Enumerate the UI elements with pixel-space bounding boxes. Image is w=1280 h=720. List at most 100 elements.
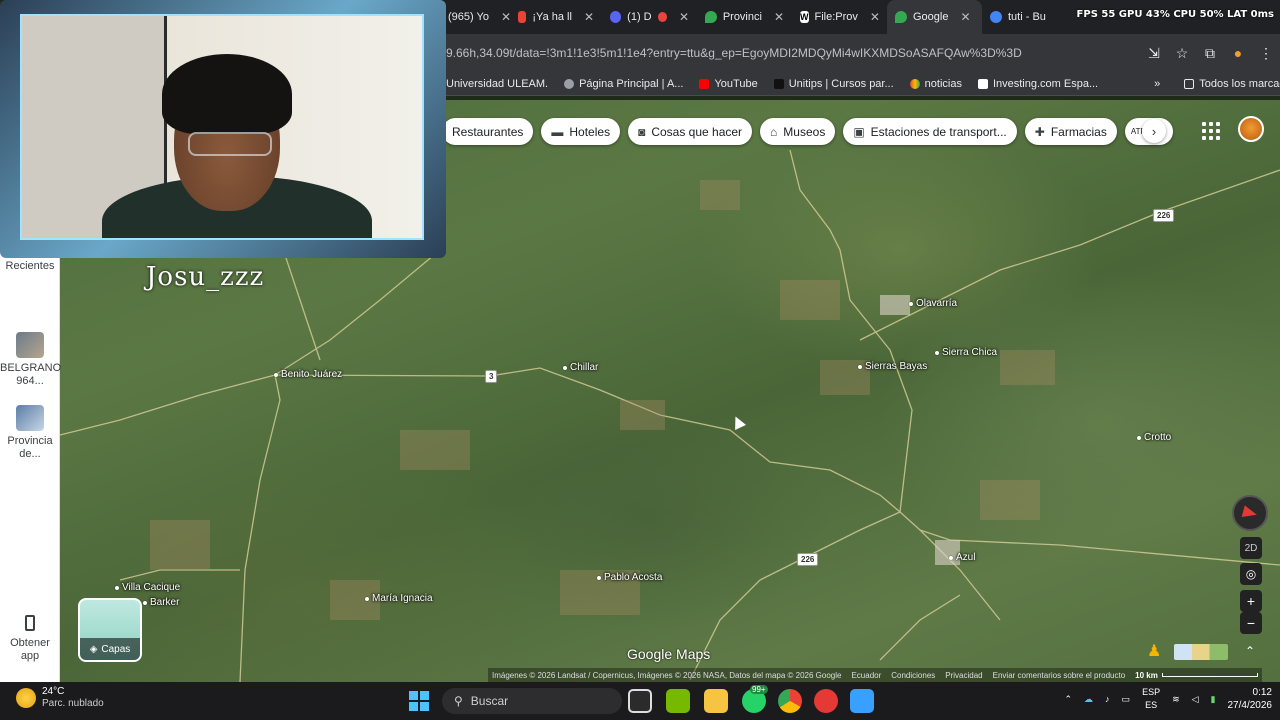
- map-type-thumbnails[interactable]: [1174, 644, 1228, 660]
- bookmark-label: YouTube: [714, 77, 758, 90]
- battery-icon[interactable]: ▮: [1211, 694, 1216, 705]
- recent-item-label: BELGRANO 964...: [0, 362, 62, 387]
- windows-start-icon[interactable]: [409, 691, 429, 711]
- expand-up-icon[interactable]: ⌃: [1240, 642, 1260, 660]
- tab-gmail[interactable]: ¡Ya ha ll ✕: [510, 0, 602, 34]
- account-avatar[interactable]: [1238, 116, 1264, 142]
- feedback-link[interactable]: Enviar comentarios sobre el producto: [993, 671, 1126, 680]
- bookmark-youtube[interactable]: YouTube: [699, 77, 758, 90]
- close-icon[interactable]: ✕: [584, 10, 594, 24]
- get-app-button[interactable]: Obtener app: [0, 615, 60, 663]
- onedrive-icon[interactable]: ☁: [1084, 694, 1093, 705]
- pegman-icon[interactable]: ♟: [1147, 641, 1165, 663]
- layers-button[interactable]: ◈ Capas: [78, 598, 142, 662]
- taskbar-search[interactable]: ⚲ Buscar: [442, 688, 622, 714]
- obs-recording-icon[interactable]: [814, 689, 838, 713]
- place-villa-cacique[interactable]: Villa Cacique: [115, 582, 180, 593]
- tab-provincia-maps[interactable]: Provinci ✕: [697, 0, 792, 34]
- folder-icon: [1184, 78, 1195, 89]
- tab-youtube[interactable]: (965) Yo ✕: [440, 0, 510, 34]
- microphone-icon[interactable]: ♪: [1105, 694, 1110, 704]
- chevron-up-icon[interactable]: ⌃: [1065, 694, 1073, 705]
- attribution-bar: Imágenes © 2026 Landsat / Copernicus, Im…: [488, 668, 1262, 682]
- display-icon[interactable]: ▭: [1122, 694, 1131, 705]
- close-icon[interactable]: ✕: [501, 10, 510, 24]
- chip-museos[interactable]: ⌂ Museos: [760, 118, 836, 145]
- whatsapp-icon[interactable]: 99+: [742, 685, 768, 713]
- chip-hoteles[interactable]: ▬ Hoteles: [541, 118, 621, 145]
- recent-item-provincia[interactable]: Provincia de...: [0, 405, 60, 461]
- close-icon[interactable]: ✕: [774, 10, 784, 24]
- close-icon[interactable]: ✕: [679, 10, 689, 24]
- bookmark-uleam[interactable]: Universidad ULEAM.: [446, 78, 548, 90]
- menu-icon[interactable]: ⋮: [1252, 45, 1280, 62]
- chrome-icon[interactable]: [778, 689, 802, 713]
- place-sierras-bayas[interactable]: Sierras Bayas: [858, 361, 927, 372]
- bookmark-noticias[interactable]: noticias: [909, 78, 962, 90]
- place-olavarria[interactable]: Olavarría: [909, 298, 957, 309]
- place-thumbnail: [16, 332, 44, 358]
- tab-wikipedia[interactable]: W File:Prov ✕: [792, 0, 887, 34]
- bookmark-star-icon[interactable]: ☆: [1168, 45, 1196, 62]
- zoom-in-button[interactable]: +: [1240, 590, 1262, 612]
- more-bookmarks-icon[interactable]: »: [1154, 78, 1160, 90]
- file-explorer-icon[interactable]: [704, 689, 728, 713]
- country-link[interactable]: Ecuador: [851, 671, 881, 680]
- news-icon: [909, 78, 920, 89]
- chip-label: Museos: [783, 124, 826, 139]
- recent-button[interactable]: Recientes: [0, 260, 60, 273]
- maps-pin-icon: [895, 11, 907, 23]
- place-barker[interactable]: Barker: [143, 597, 179, 608]
- task-view-icon[interactable]: [628, 689, 652, 713]
- url-field[interactable]: 9.66h,34.09t/data=!3m1!1e3!5m1!1e4?entry…: [446, 46, 1140, 60]
- place-sierra-chica[interactable]: Sierra Chica: [935, 347, 997, 358]
- close-icon[interactable]: ✕: [870, 10, 880, 24]
- place-maria-ignacia[interactable]: María Ignacia: [365, 593, 433, 604]
- tab-google-search[interactable]: tuti - Bu: [982, 0, 1062, 34]
- zoom-out-button[interactable]: −: [1240, 612, 1262, 634]
- nvidia-icon[interactable]: [666, 689, 690, 713]
- place-crotto[interactable]: Crotto: [1137, 432, 1171, 443]
- app-icon[interactable]: [850, 689, 874, 713]
- weather-widget[interactable]: 24°C Parc. nublado: [16, 686, 104, 710]
- tab-label: (1) D: [627, 11, 652, 23]
- terms-link[interactable]: Condiciones: [891, 671, 935, 680]
- volume-icon[interactable]: ◁: [1192, 694, 1199, 705]
- close-icon[interactable]: ✕: [960, 10, 970, 24]
- chip-farmacias[interactable]: ✚ Farmacias: [1024, 118, 1117, 145]
- imagery-credit: Imágenes © 2026 Landsat / Copernicus, Im…: [492, 670, 842, 680]
- all-bookmarks-button[interactable]: Todos los marcadores: [1184, 78, 1280, 90]
- clock[interactable]: 0:12 27/4/2026: [1228, 686, 1273, 712]
- tab-google-maps-active[interactable]: Google ✕: [887, 0, 982, 34]
- compass-icon[interactable]: [1232, 495, 1268, 531]
- place-pablo-acosta[interactable]: Pablo Acosta: [597, 572, 662, 583]
- my-location-icon[interactable]: ◎: [1240, 563, 1262, 585]
- google-apps-icon[interactable]: [1200, 120, 1220, 140]
- place-chillar[interactable]: Chillar: [563, 362, 598, 373]
- tab-discord[interactable]: (1) D ✕: [602, 0, 697, 34]
- scale-bar[interactable]: 10 km: [1135, 671, 1258, 680]
- route-shield: 226: [1153, 209, 1175, 222]
- bookmark-investing[interactable]: Investing.com Espa...: [977, 77, 1099, 90]
- chevron-right-icon[interactable]: ›: [1142, 119, 1166, 143]
- bookmark-unitips[interactable]: Unitips | Cursos par...: [773, 78, 894, 90]
- bookmark-pagina-principal[interactable]: Página Principal | A...: [564, 78, 683, 90]
- webcam-feed: [20, 14, 424, 240]
- bookmark-label: Investing.com Espa...: [992, 77, 1099, 90]
- webcam-overlay: [0, 0, 446, 258]
- extensions-icon[interactable]: ⧉: [1196, 45, 1224, 62]
- toggle-2d-button[interactable]: 2D: [1240, 537, 1262, 559]
- install-app-icon[interactable]: ⇲: [1140, 45, 1168, 62]
- recent-item-belgrano[interactable]: BELGRANO 964...: [0, 332, 62, 388]
- chip-estaciones[interactable]: ▣ Estaciones de transport...: [843, 118, 1017, 145]
- wifi-icon[interactable]: ≋: [1172, 694, 1180, 705]
- privacy-link[interactable]: Privacidad: [945, 671, 982, 680]
- chip-restaurantes[interactable]: Restaurantes: [442, 118, 534, 145]
- place-azul[interactable]: Azul: [949, 552, 975, 563]
- place-benito-juarez[interactable]: Benito Juárez: [274, 369, 342, 380]
- chip-cosas-que-hacer[interactable]: ◙ Cosas que hacer: [628, 118, 753, 145]
- google-icon: [990, 11, 1002, 23]
- route-shield: 226: [797, 553, 819, 566]
- language-indicator[interactable]: ESP ES: [1142, 686, 1160, 712]
- profile-icon[interactable]: ●: [1224, 45, 1252, 61]
